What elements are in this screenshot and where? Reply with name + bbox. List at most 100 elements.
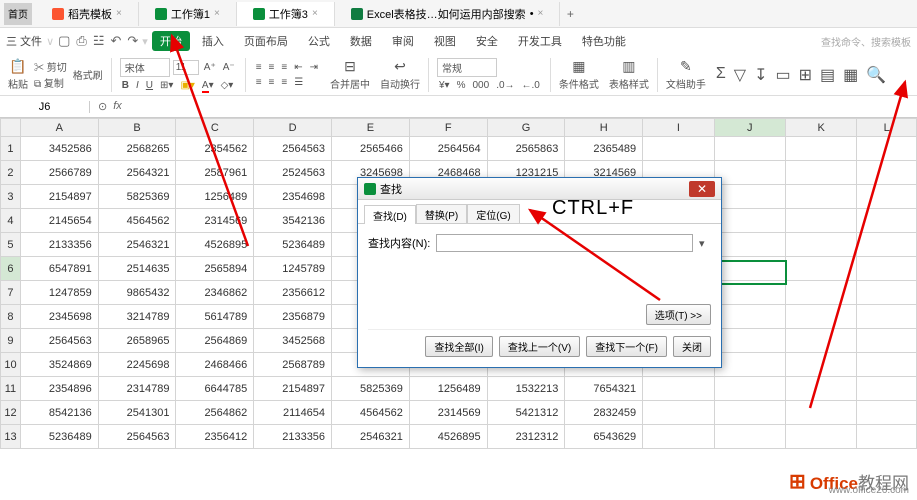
dialog-tab-find[interactable]: 查找(D)	[364, 205, 416, 224]
ribbon-tab-view[interactable]: 视图	[426, 31, 464, 51]
cell[interactable]: 3524869	[20, 353, 98, 377]
home-tab[interactable]: 首页	[4, 3, 32, 25]
wrap-text-button[interactable]: ↩自动换行	[376, 58, 424, 91]
fill-color-button[interactable]: ▣▾	[178, 79, 196, 92]
cell[interactable]: 2568265	[98, 137, 176, 161]
cell[interactable]: 2566789	[20, 161, 98, 185]
close-icon[interactable]: ×	[538, 8, 544, 19]
col-header[interactable]: E	[332, 119, 410, 137]
cell[interactable]	[714, 281, 785, 305]
find-icon[interactable]: 🔍	[866, 65, 886, 85]
ribbon-tab-insert[interactable]: 插入	[194, 31, 232, 51]
close-button[interactable]: 关闭	[673, 336, 711, 357]
indent-dec-icon[interactable]: ⇤	[292, 61, 304, 74]
cell[interactable]: 2154897	[20, 185, 98, 209]
zoom-icon[interactable]: ⊙	[98, 100, 107, 113]
row-header[interactable]: 11	[1, 377, 21, 401]
col-header[interactable]: B	[98, 119, 176, 137]
cell[interactable]: 2145654	[20, 209, 98, 233]
cell[interactable]	[785, 425, 856, 449]
col-header[interactable]: C	[176, 119, 254, 137]
col-header[interactable]: J	[714, 119, 785, 137]
name-box[interactable]: J6	[0, 101, 90, 113]
search-placeholder[interactable]: 查找命令、搜索模板	[821, 34, 911, 49]
cell[interactable]: 5236489	[254, 233, 332, 257]
col-header[interactable]: F	[409, 119, 487, 137]
col-header[interactable]: K	[785, 119, 856, 137]
cell[interactable]: 2546321	[332, 425, 410, 449]
row-header[interactable]: 1	[1, 137, 21, 161]
font-select[interactable]: 宋体	[120, 58, 170, 77]
close-icon[interactable]: ×	[116, 8, 122, 19]
cell[interactable]: 1532213	[487, 377, 565, 401]
select-all-corner[interactable]	[1, 119, 21, 137]
cell[interactable]: 6543629	[565, 425, 643, 449]
cell[interactable]: 2587961	[176, 161, 254, 185]
cell[interactable]	[785, 161, 856, 185]
cell[interactable]: 2133356	[20, 233, 98, 257]
row-header[interactable]: 10	[1, 353, 21, 377]
cell[interactable]	[714, 353, 785, 377]
cell[interactable]: 2312312	[487, 425, 565, 449]
indent-inc-icon[interactable]: ⇥	[308, 61, 320, 74]
cell[interactable]: 2154897	[254, 377, 332, 401]
cell[interactable]	[785, 185, 856, 209]
find-prev-button[interactable]: 查找上一个(V)	[499, 336, 580, 357]
table-style-button[interactable]: ▥表格样式	[605, 58, 653, 91]
add-tab-button[interactable]: +	[560, 7, 580, 21]
number-format-select[interactable]: 常规	[437, 58, 497, 77]
row-header[interactable]: 5	[1, 233, 21, 257]
doc-tab-0[interactable]: 稻壳模板×	[36, 2, 139, 26]
cell[interactable]: 1245789	[254, 257, 332, 281]
options-button[interactable]: 选项(T) >>	[646, 304, 711, 325]
cell[interactable]: 4526895	[409, 425, 487, 449]
cell[interactable]	[857, 377, 917, 401]
underline-button[interactable]: U	[144, 79, 155, 92]
cell[interactable]	[785, 305, 856, 329]
doc-assist-button[interactable]: ✎文档助手	[662, 58, 710, 91]
cell[interactable]: 2541301	[98, 401, 176, 425]
cell[interactable]: 2524563	[254, 161, 332, 185]
comma-icon[interactable]: 000	[471, 79, 492, 92]
cell[interactable]: 2354896	[20, 377, 98, 401]
cell[interactable]: 2314569	[409, 401, 487, 425]
cell[interactable]	[714, 377, 785, 401]
paste-group[interactable]: 📋粘贴	[4, 58, 32, 91]
cell[interactable]: 2314789	[98, 377, 176, 401]
row-header[interactable]: 8	[1, 305, 21, 329]
cell[interactable]: 2514635	[98, 257, 176, 281]
cell[interactable]	[714, 305, 785, 329]
cell[interactable]: 2564563	[20, 329, 98, 353]
format-icon[interactable]: ▭	[775, 65, 790, 85]
cell[interactable]	[643, 401, 714, 425]
cell[interactable]: 2565466	[332, 137, 410, 161]
cell[interactable]: 2546321	[98, 233, 176, 257]
doc-tab-1[interactable]: 工作簿1×	[139, 2, 237, 26]
cell[interactable]	[714, 329, 785, 353]
find-all-button[interactable]: 查找全部(I)	[425, 336, 492, 357]
cell[interactable]	[857, 161, 917, 185]
col-header[interactable]: G	[487, 119, 565, 137]
row-header[interactable]: 3	[1, 185, 21, 209]
ribbon-tab-start[interactable]: 开始	[152, 31, 190, 51]
cell[interactable]: 1247859	[20, 281, 98, 305]
sort-icon[interactable]: ↧	[754, 65, 767, 85]
cell[interactable]	[857, 401, 917, 425]
cell[interactable]: 7654321	[565, 377, 643, 401]
cell[interactable]	[643, 137, 714, 161]
col-header[interactable]: H	[565, 119, 643, 137]
cell[interactable]	[857, 257, 917, 281]
cell[interactable]: 5614789	[176, 305, 254, 329]
italic-button[interactable]: I	[134, 79, 141, 92]
cell[interactable]: 5825369	[332, 377, 410, 401]
col-header[interactable]: A	[20, 119, 98, 137]
cell[interactable]: 2564869	[176, 329, 254, 353]
cell[interactable]	[714, 137, 785, 161]
merge-icon[interactable]: ☰	[292, 76, 305, 89]
align-left-icon[interactable]: ≡	[254, 76, 264, 89]
freeze-icon[interactable]: ▦	[843, 65, 858, 85]
cell[interactable]: 2114654	[254, 401, 332, 425]
cell[interactable]: 5825369	[98, 185, 176, 209]
row-header[interactable]: 13	[1, 425, 21, 449]
cell[interactable]: 2365489	[565, 137, 643, 161]
